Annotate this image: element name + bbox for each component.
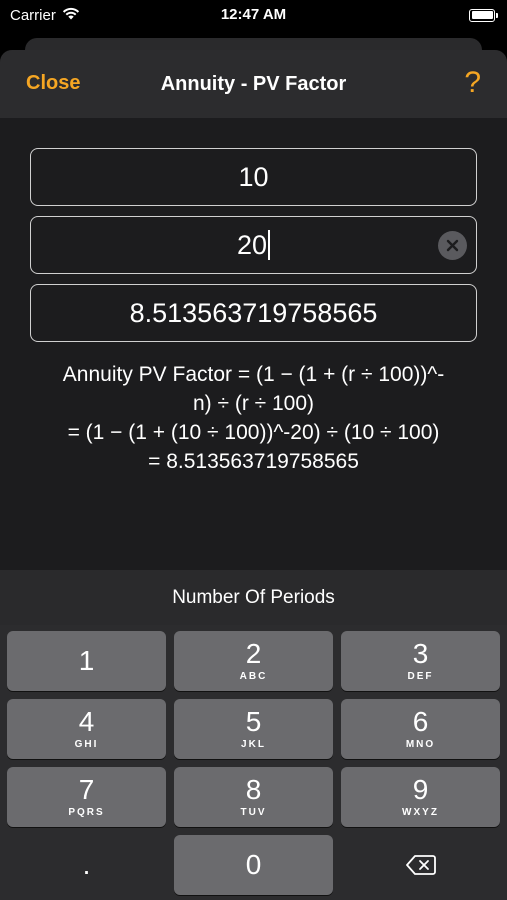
key-8[interactable]: 8 TUV xyxy=(174,767,333,827)
key-digit: 3 xyxy=(412,638,429,669)
input-fields: 10 20 8.513563719758565 xyxy=(0,118,507,342)
key-1[interactable]: 1 xyxy=(7,631,166,691)
number-keypad: Number Of Periods 1 2 ABC 3 DEF 4 GHI 5 … xyxy=(0,570,507,900)
periods-value: 20 xyxy=(236,229,268,260)
backspace-icon xyxy=(405,855,436,875)
rate-field[interactable]: 10 xyxy=(30,148,477,206)
keyboard-accessory-label: Number Of Periods xyxy=(0,570,507,625)
key-digit: . xyxy=(82,849,91,880)
key-letters: DEF xyxy=(407,671,434,682)
key-letters: PQRS xyxy=(68,807,105,818)
key-0[interactable]: 0 xyxy=(174,835,333,895)
key-digit: 2 xyxy=(245,638,262,669)
key-digit: 8 xyxy=(245,774,262,805)
key-letters: MNO xyxy=(405,739,436,750)
help-button[interactable]: ? xyxy=(464,66,481,100)
backspace-key[interactable] xyxy=(341,835,500,895)
text-caret xyxy=(268,230,271,260)
key-7[interactable]: 7 PQRS xyxy=(7,767,166,827)
key-letters: TUV xyxy=(240,807,267,818)
key-digit: 9 xyxy=(412,774,429,805)
status-time: 12:47 AM xyxy=(220,6,287,23)
battery-icon xyxy=(469,8,498,22)
page-title: Annuity - PV Factor xyxy=(160,72,347,95)
key-digit: 0 xyxy=(245,849,262,880)
key-letters: ABC xyxy=(239,671,268,682)
key-6[interactable]: 6 MNO xyxy=(341,699,500,759)
key-decimal[interactable]: . xyxy=(7,835,166,895)
result-field[interactable]: 8.513563719758565 xyxy=(30,284,477,342)
formula-line: = (1 − (1 + (10 ÷ 100))^-20) ÷ (10 ÷ 100… xyxy=(67,421,440,444)
key-digit: 4 xyxy=(78,706,95,737)
key-9[interactable]: 9 WXYZ xyxy=(341,767,500,827)
key-5[interactable]: 5 JKL xyxy=(174,699,333,759)
key-3[interactable]: 3 DEF xyxy=(341,631,500,691)
key-digit: 6 xyxy=(412,706,429,737)
close-button[interactable]: Close xyxy=(26,72,80,95)
formula-line: Annuity PV Factor = (1 − (1 + (r ÷ 100))… xyxy=(62,363,445,386)
key-4[interactable]: 4 GHI xyxy=(7,699,166,759)
key-digit: 1 xyxy=(78,645,95,676)
periods-field[interactable]: 20 xyxy=(30,216,477,274)
clear-icon[interactable] xyxy=(438,231,467,260)
nav-bar: Close Annuity - PV Factor ? xyxy=(0,50,507,118)
formula-line: = 8.513563719758565 xyxy=(148,450,359,473)
key-letters: GHI xyxy=(74,739,99,750)
rate-value: 10 xyxy=(238,161,269,192)
formula-text: Annuity PV Factor = (1 − (1 + (r ÷ 100))… xyxy=(0,352,507,476)
formula-line: n) ÷ (r ÷ 100) xyxy=(192,392,315,415)
key-letters: WXYZ xyxy=(402,807,439,818)
key-letters: JKL xyxy=(241,739,266,750)
key-digit: 5 xyxy=(245,706,262,737)
key-digit: 7 xyxy=(78,774,95,805)
result-value: 8.513563719758565 xyxy=(129,297,378,328)
status-bar: Carrier 12:47 AM xyxy=(0,0,507,30)
key-2[interactable]: 2 ABC xyxy=(174,631,333,691)
